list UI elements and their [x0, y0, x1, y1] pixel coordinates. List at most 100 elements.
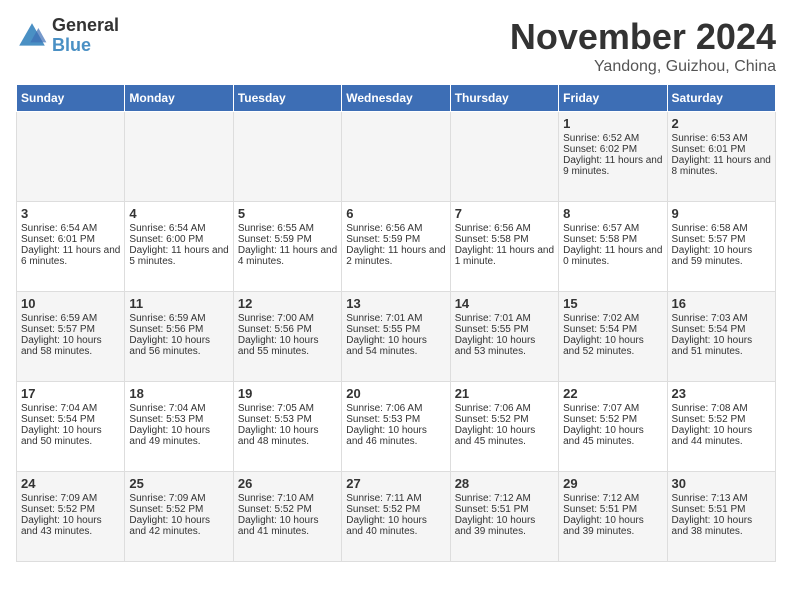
logo-icon: [16, 20, 48, 52]
cell-text: Sunset: 5:54 PM: [672, 324, 771, 335]
calendar-cell: 20Sunrise: 7:06 AMSunset: 5:53 PMDayligh…: [342, 382, 450, 472]
cell-text: Sunset: 5:52 PM: [129, 504, 228, 515]
day-number: 3: [21, 206, 120, 221]
day-number: 17: [21, 386, 120, 401]
day-number: 28: [455, 476, 554, 491]
calendar-cell: 3Sunrise: 6:54 AMSunset: 6:01 PMDaylight…: [17, 202, 125, 292]
cell-text: Daylight: 10 hours and 42 minutes.: [129, 515, 228, 537]
day-number: 2: [672, 116, 771, 131]
cell-text: Sunset: 5:53 PM: [238, 414, 337, 425]
calendar-cell: 14Sunrise: 7:01 AMSunset: 5:55 PMDayligh…: [450, 292, 558, 382]
cell-text: Daylight: 11 hours and 9 minutes.: [563, 155, 662, 177]
cell-text: Daylight: 10 hours and 55 minutes.: [238, 335, 337, 357]
calendar-cell: 2Sunrise: 6:53 AMSunset: 6:01 PMDaylight…: [667, 112, 775, 202]
cell-text: Sunrise: 6:57 AM: [563, 223, 662, 234]
calendar-cell: 22Sunrise: 7:07 AMSunset: 5:52 PMDayligh…: [559, 382, 667, 472]
logo-text: General Blue: [52, 16, 119, 56]
cell-text: Sunrise: 6:52 AM: [563, 133, 662, 144]
cell-text: Sunrise: 7:09 AM: [21, 493, 120, 504]
weekday-header-wednesday: Wednesday: [342, 85, 450, 112]
cell-text: Sunset: 5:54 PM: [563, 324, 662, 335]
cell-text: Sunset: 5:52 PM: [672, 414, 771, 425]
cell-text: Sunset: 5:59 PM: [238, 234, 337, 245]
week-row-2: 3Sunrise: 6:54 AMSunset: 6:01 PMDaylight…: [17, 202, 776, 292]
weekday-header-sunday: Sunday: [17, 85, 125, 112]
day-number: 21: [455, 386, 554, 401]
day-number: 12: [238, 296, 337, 311]
calendar-cell: 24Sunrise: 7:09 AMSunset: 5:52 PMDayligh…: [17, 472, 125, 562]
day-number: 29: [563, 476, 662, 491]
week-row-1: 1Sunrise: 6:52 AMSunset: 6:02 PMDaylight…: [17, 112, 776, 202]
cell-text: Sunset: 5:51 PM: [672, 504, 771, 515]
day-number: 25: [129, 476, 228, 491]
cell-text: Sunset: 5:59 PM: [346, 234, 445, 245]
cell-text: Sunrise: 7:12 AM: [455, 493, 554, 504]
cell-text: Sunrise: 6:58 AM: [672, 223, 771, 234]
logo: General Blue: [16, 16, 119, 56]
cell-text: Sunrise: 7:10 AM: [238, 493, 337, 504]
cell-text: Daylight: 10 hours and 40 minutes.: [346, 515, 445, 537]
cell-text: Sunset: 6:02 PM: [563, 144, 662, 155]
cell-text: Daylight: 10 hours and 41 minutes.: [238, 515, 337, 537]
cell-text: Sunset: 5:52 PM: [238, 504, 337, 515]
cell-text: Daylight: 10 hours and 54 minutes.: [346, 335, 445, 357]
cell-text: Sunrise: 7:03 AM: [672, 313, 771, 324]
weekday-header-monday: Monday: [125, 85, 233, 112]
calendar-cell: 13Sunrise: 7:01 AMSunset: 5:55 PMDayligh…: [342, 292, 450, 382]
week-row-5: 24Sunrise: 7:09 AMSunset: 5:52 PMDayligh…: [17, 472, 776, 562]
day-number: 26: [238, 476, 337, 491]
cell-text: Daylight: 10 hours and 45 minutes.: [455, 425, 554, 447]
cell-text: Sunset: 5:52 PM: [21, 504, 120, 515]
cell-text: Sunrise: 7:06 AM: [346, 403, 445, 414]
location: Yandong, Guizhou, China: [510, 58, 776, 76]
calendar-cell: [17, 112, 125, 202]
cell-text: Sunrise: 7:00 AM: [238, 313, 337, 324]
cell-text: Sunset: 5:56 PM: [238, 324, 337, 335]
cell-text: Sunrise: 6:56 AM: [455, 223, 554, 234]
cell-text: Daylight: 10 hours and 53 minutes.: [455, 335, 554, 357]
cell-text: Daylight: 10 hours and 50 minutes.: [21, 425, 120, 447]
cell-text: Sunrise: 7:02 AM: [563, 313, 662, 324]
calendar-cell: 23Sunrise: 7:08 AMSunset: 5:52 PMDayligh…: [667, 382, 775, 472]
cell-text: Sunrise: 7:13 AM: [672, 493, 771, 504]
calendar-cell: 25 Sunrise: 7:09 AMSunset: 5:52 PMDayligh…: [125, 472, 233, 562]
calendar-cell: 16Sunrise: 7:03 AMSunset: 5:54 PMDayligh…: [667, 292, 775, 382]
cell-text: Sunrise: 7:08 AM: [672, 403, 771, 414]
cell-text: Daylight: 10 hours and 56 minutes.: [129, 335, 228, 357]
calendar-cell: 12 Sunrise: 7:00 AMSunset: 5:56 PMDayligh…: [233, 292, 341, 382]
cell-text: Daylight: 10 hours and 39 minutes.: [563, 515, 662, 537]
cell-text: Sunrise: 7:04 AM: [21, 403, 120, 414]
calendar-cell: 21Sunrise: 7:06 AMSunset: 5:52 PMDayligh…: [450, 382, 558, 472]
day-number: 9: [672, 206, 771, 221]
cell-text: Sunset: 5:51 PM: [563, 504, 662, 515]
day-number: 24: [21, 476, 120, 491]
day-number: 1: [563, 116, 662, 131]
calendar-cell: 30Sunrise: 7:13 AMSunset: 5:51 PMDayligh…: [667, 472, 775, 562]
cell-text: Daylight: 10 hours and 58 minutes.: [21, 335, 120, 357]
cell-text: Daylight: 10 hours and 48 minutes.: [238, 425, 337, 447]
day-number: 15: [563, 296, 662, 311]
cell-text: Daylight: 10 hours and 51 minutes.: [672, 335, 771, 357]
cell-text: Sunrise: 7:11 AM: [346, 493, 445, 504]
calendar-cell: 19Sunrise: 7:05 AMSunset: 5:53 PMDayligh…: [233, 382, 341, 472]
day-number: 27: [346, 476, 445, 491]
calendar-cell: 10Sunrise: 6:59 AMSunset: 5:57 PMDayligh…: [17, 292, 125, 382]
cell-text: Sunrise: 7:01 AM: [455, 313, 554, 324]
cell-text: Sunset: 5:57 PM: [21, 324, 120, 335]
calendar-cell: 8Sunrise: 6:57 AMSunset: 5:58 PMDaylight…: [559, 202, 667, 292]
cell-text: Daylight: 11 hours and 0 minutes.: [563, 245, 662, 267]
title-area: November 2024 Yandong, Guizhou, China: [510, 16, 776, 76]
cell-text: Daylight: 10 hours and 49 minutes.: [129, 425, 228, 447]
day-number: 30: [672, 476, 771, 491]
cell-text: Daylight: 10 hours and 59 minutes.: [672, 245, 771, 267]
cell-text: Sunrise: 7:09 AM: [129, 493, 228, 504]
cell-text: Sunset: 6:00 PM: [129, 234, 228, 245]
calendar-cell: 6Sunrise: 6:56 AMSunset: 5:59 PMDaylight…: [342, 202, 450, 292]
cell-text: Daylight: 11 hours and 8 minutes.: [672, 155, 771, 177]
calendar-cell: 28Sunrise: 7:12 AMSunset: 5:51 PMDayligh…: [450, 472, 558, 562]
logo-blue-text: Blue: [52, 36, 119, 56]
calendar-cell: [342, 112, 450, 202]
cell-text: Sunrise: 6:56 AM: [346, 223, 445, 234]
cell-text: Sunrise: 6:59 AM: [21, 313, 120, 324]
cell-text: Daylight: 11 hours and 6 minutes.: [21, 245, 120, 267]
